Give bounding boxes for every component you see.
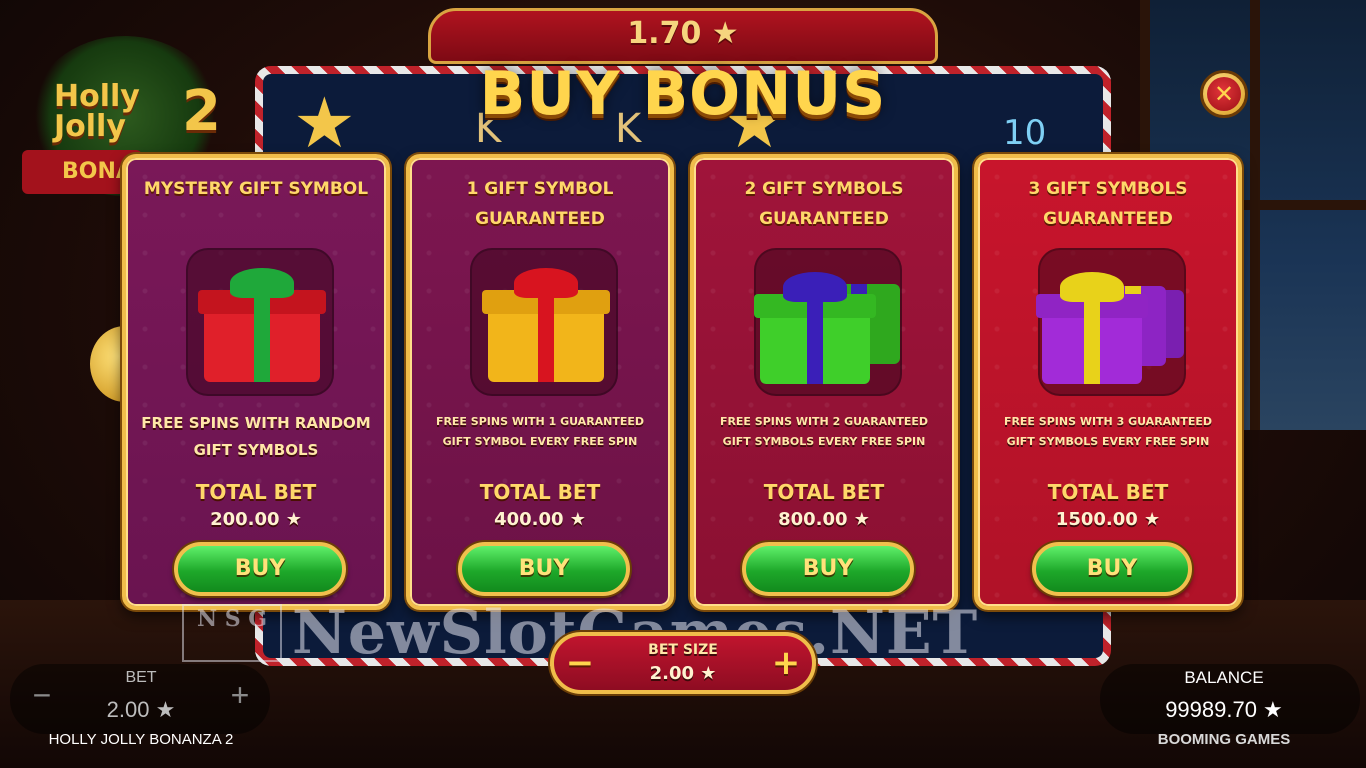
- card-description: FREE SPINS WITH RANDOM GIFT SYMBOLS: [141, 414, 371, 459]
- buy-button-2-gifts[interactable]: BUY: [742, 542, 914, 596]
- gift-bow: [1060, 272, 1124, 302]
- balance-label: BALANCE: [1184, 668, 1264, 687]
- gift-box-icon: [198, 268, 326, 382]
- bet-size-label: BET SIZE: [648, 642, 718, 658]
- gift-bow: [514, 268, 578, 298]
- buy-button-3-gifts[interactable]: BUY: [1032, 542, 1192, 596]
- gift-icon-frame: [754, 248, 902, 396]
- total-bet-value: 800.00 ★: [778, 509, 870, 530]
- gift-ribbon: [807, 294, 823, 384]
- card-title: MYSTERY GIFT SYMBOL: [143, 179, 369, 199]
- card-description: FREE SPINS WITH 1 GUARANTEED GIFT SYMBOL…: [435, 415, 645, 448]
- bet-increase-button[interactable]: +: [224, 679, 256, 712]
- bonus-card-3-gifts: 3 GIFT SYMBOLS GUARANTEED FREE SPINS WIT…: [974, 154, 1242, 610]
- buy-button-mystery-gift[interactable]: BUY: [174, 542, 346, 596]
- gift-icon-frame: [470, 248, 618, 396]
- gift-ribbon: [1084, 294, 1100, 384]
- gift-bow: [783, 272, 847, 302]
- balance-value: 99989.70 ★: [1165, 697, 1283, 722]
- card-title: 2 GIFT SYMBOLS GUARANTEED: [744, 179, 904, 229]
- buy-button-1-gift[interactable]: BUY: [458, 542, 630, 596]
- gift-box-icon: [1036, 272, 1148, 384]
- gift-ribbon: [538, 290, 554, 382]
- total-bet-label: TOTAL BET: [1047, 480, 1169, 504]
- buy-bonus-title: BUY BONUS: [479, 59, 887, 129]
- gift-bow: [230, 268, 294, 298]
- card-title: 3 GIFT SYMBOLS GUARANTEED: [1028, 179, 1188, 229]
- total-bet-label: TOTAL BET: [763, 480, 885, 504]
- star-symbol: ★: [293, 82, 356, 164]
- bet-size-decrease-button[interactable]: −: [562, 646, 598, 682]
- total-bet-label: TOTAL BET: [479, 480, 601, 504]
- gift-box-icon: [482, 268, 610, 382]
- total-bet-label: TOTAL BET: [195, 480, 317, 504]
- gift-ribbon: [254, 290, 270, 382]
- game-logo: Holly Jolly 2: [54, 82, 221, 142]
- bonus-card-2-gifts: 2 GIFT SYMBOLS GUARANTEED FREE SPINS WIT…: [690, 154, 958, 610]
- close-icon: ✕: [1207, 77, 1241, 111]
- bonus-card-mystery-gift: MYSTERY GIFT SYMBOL FREE SPINS WITH RAND…: [122, 154, 390, 610]
- card-title: 1 GIFT SYMBOL GUARANTEED: [466, 179, 614, 229]
- bet-size-control: − BET SIZE 2.00 ★ +: [550, 632, 816, 694]
- buy-bonus-price: 1.70 ★: [627, 16, 739, 51]
- total-bet-value: 1500.00 ★: [1055, 509, 1161, 530]
- logo-number: 2: [182, 79, 221, 144]
- total-bet-value: 200.00 ★: [210, 509, 302, 530]
- gift-icon-frame: [1036, 248, 1186, 396]
- gift-icon-frame: [186, 248, 334, 396]
- bet-size-value: 2.00 ★: [649, 663, 717, 684]
- bonus-card-1-gift: 1 GIFT SYMBOL GUARANTEED FREE SPINS WITH…: [406, 154, 674, 610]
- card-description: FREE SPINS WITH 3 GUARANTEED GIFT SYMBOL…: [1003, 415, 1213, 448]
- provider-logo: BOOMING GAMES: [1157, 731, 1291, 748]
- bet-decrease-button[interactable]: −: [26, 679, 58, 712]
- gift-box-icon: [754, 272, 876, 384]
- game-name: HOLLY JOLLY BONANZA 2: [48, 731, 234, 748]
- bet-label: BET: [125, 669, 157, 686]
- close-button[interactable]: ✕: [1200, 70, 1248, 118]
- bet-size-increase-button[interactable]: +: [768, 646, 804, 682]
- bet-value: 2.00 ★: [106, 697, 176, 722]
- total-bet-value: 400.00 ★: [494, 509, 586, 530]
- card-description: FREE SPINS WITH 2 GUARANTEED GIFT SYMBOL…: [719, 415, 929, 448]
